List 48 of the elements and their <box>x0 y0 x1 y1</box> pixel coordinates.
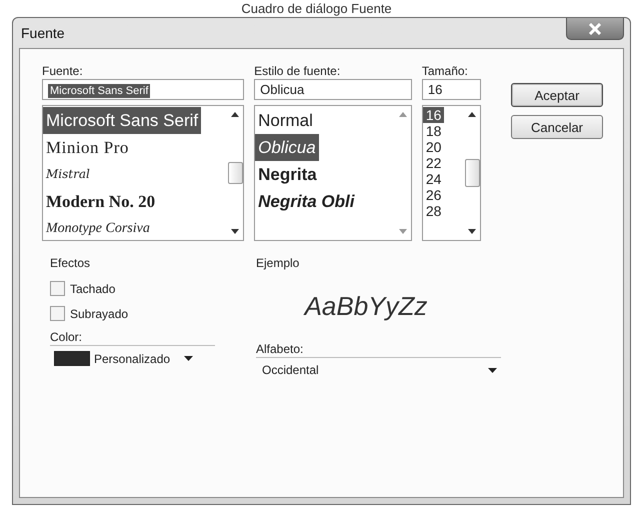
cancel-button[interactable]: Cancelar <box>511 115 603 139</box>
style-list-item[interactable]: Negrita <box>255 161 320 188</box>
size-list-item[interactable]: 18 <box>422 123 444 139</box>
style-list-item[interactable]: Negrita Obli <box>255 188 358 215</box>
size-list-item[interactable]: 20 <box>422 139 444 155</box>
style-list-item[interactable]: Normal <box>255 107 316 134</box>
scrollbar-thumb[interactable] <box>228 162 243 184</box>
style-label: Estilo de fuente: <box>254 63 340 79</box>
ok-button[interactable]: Aceptar <box>511 83 603 107</box>
color-dropdown[interactable]: Personalizado <box>50 345 215 366</box>
sample-text: AaBbYyZz <box>304 290 428 322</box>
size-list-item[interactable]: 28 <box>422 203 444 219</box>
sample-label: Ejemplo <box>256 255 300 271</box>
size-list-item[interactable]: 16 <box>422 107 444 123</box>
size-label: Tamaño: <box>422 63 468 79</box>
checkbox[interactable] <box>50 306 65 321</box>
style-list-item[interactable]: Oblicua <box>255 134 319 161</box>
font-label: Fuente: <box>42 63 83 79</box>
figure-caption: Cuadro de diálogo Fuente <box>241 0 392 17</box>
checkbox-label[interactable]: Tachado <box>70 282 116 296</box>
color-swatch <box>54 351 90 366</box>
up-arrow-icon[interactable] <box>468 112 476 117</box>
font-list-item[interactable]: Mistral <box>43 161 93 188</box>
style-field[interactable]: Oblicua <box>254 79 412 100</box>
size-list-item[interactable]: 24 <box>422 171 444 187</box>
size-list-item[interactable]: 22 <box>422 155 444 171</box>
close-icon <box>588 22 602 34</box>
up-arrow-icon[interactable] <box>231 112 240 117</box>
script-label: Alfabeto: <box>256 341 304 357</box>
down-arrow-icon[interactable] <box>231 229 240 234</box>
font-field[interactable]: Microsoft Sans Serif <box>42 79 244 100</box>
font-list-item[interactable]: Minion Pro <box>43 134 132 161</box>
close-button[interactable] <box>566 18 624 40</box>
size-field[interactable]: 16 <box>422 79 481 100</box>
font-list-item[interactable]: Modern No. 20 <box>43 188 158 215</box>
checkbox-label[interactable]: Subrayado <box>70 306 128 320</box>
effects-label: Efectos <box>50 255 90 271</box>
color-label: Color: <box>50 329 82 345</box>
font-list-item[interactable]: Microsoft Sans Serif <box>43 107 202 134</box>
dropdown-arrow-icon <box>488 368 497 372</box>
window-title: Fuente <box>20 25 65 41</box>
font-list-item[interactable]: Monotype Corsiva <box>43 215 153 240</box>
scrollbar-thumb[interactable] <box>464 159 480 187</box>
down-arrow-icon[interactable] <box>468 229 476 234</box>
checkbox[interactable] <box>50 281 65 296</box>
script-dropdown[interactable]: Occidental <box>256 357 501 377</box>
dropdown-arrow-icon <box>184 356 194 361</box>
size-list-item[interactable]: 26 <box>422 187 444 203</box>
